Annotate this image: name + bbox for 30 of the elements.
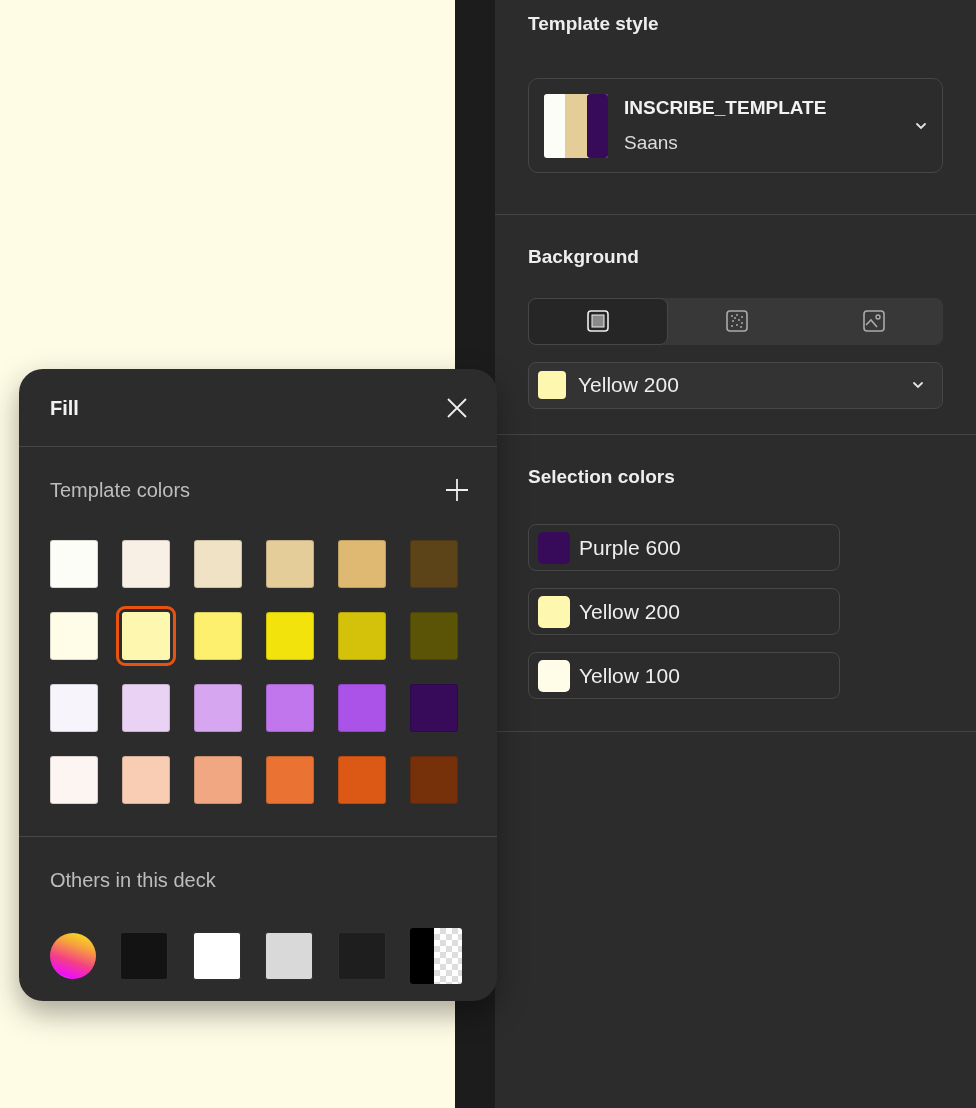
transparent-swatch[interactable] (409, 928, 462, 984)
color-wheel-button[interactable] (50, 933, 96, 979)
color-swatch[interactable] (265, 932, 314, 980)
template-font: Saans (624, 130, 679, 155)
color-swatch[interactable] (120, 932, 169, 980)
fill-mode-tab[interactable] (528, 297, 668, 345)
section-heading: Selection colors (528, 464, 676, 489)
template-palette-icon (544, 93, 608, 158)
add-button[interactable] (445, 478, 469, 502)
template-name: INSCRIBE_TEMPLATE (624, 96, 828, 120)
selection-color-item[interactable]: Yellow 100 (528, 652, 840, 699)
section-label: Others in this deck (50, 869, 216, 891)
section-heading: Template style (528, 12, 660, 34)
template-selector[interactable]: INSCRIBE_TEMPLATE Saans (528, 78, 943, 173)
chevron-down-icon (915, 121, 927, 130)
selection-color-item[interactable]: Yellow 200 (528, 588, 840, 635)
close-icon (446, 396, 468, 419)
solid-fill-icon (586, 310, 609, 332)
selection-color-item[interactable]: Purple 600 (528, 524, 840, 571)
close-button[interactable] (445, 395, 469, 420)
plus-icon (445, 478, 469, 502)
popover-title: Fill (50, 395, 79, 421)
section-label: Template colors (50, 478, 191, 503)
chevron-down-icon (912, 381, 924, 389)
color-swatch[interactable] (192, 932, 241, 980)
background-color-dropdown[interactable]: Yellow 200 (528, 361, 943, 409)
dotted-pattern-icon (725, 310, 748, 332)
section-heading: Background (528, 245, 640, 269)
image-icon (863, 310, 886, 332)
checkerboard (433, 928, 462, 984)
